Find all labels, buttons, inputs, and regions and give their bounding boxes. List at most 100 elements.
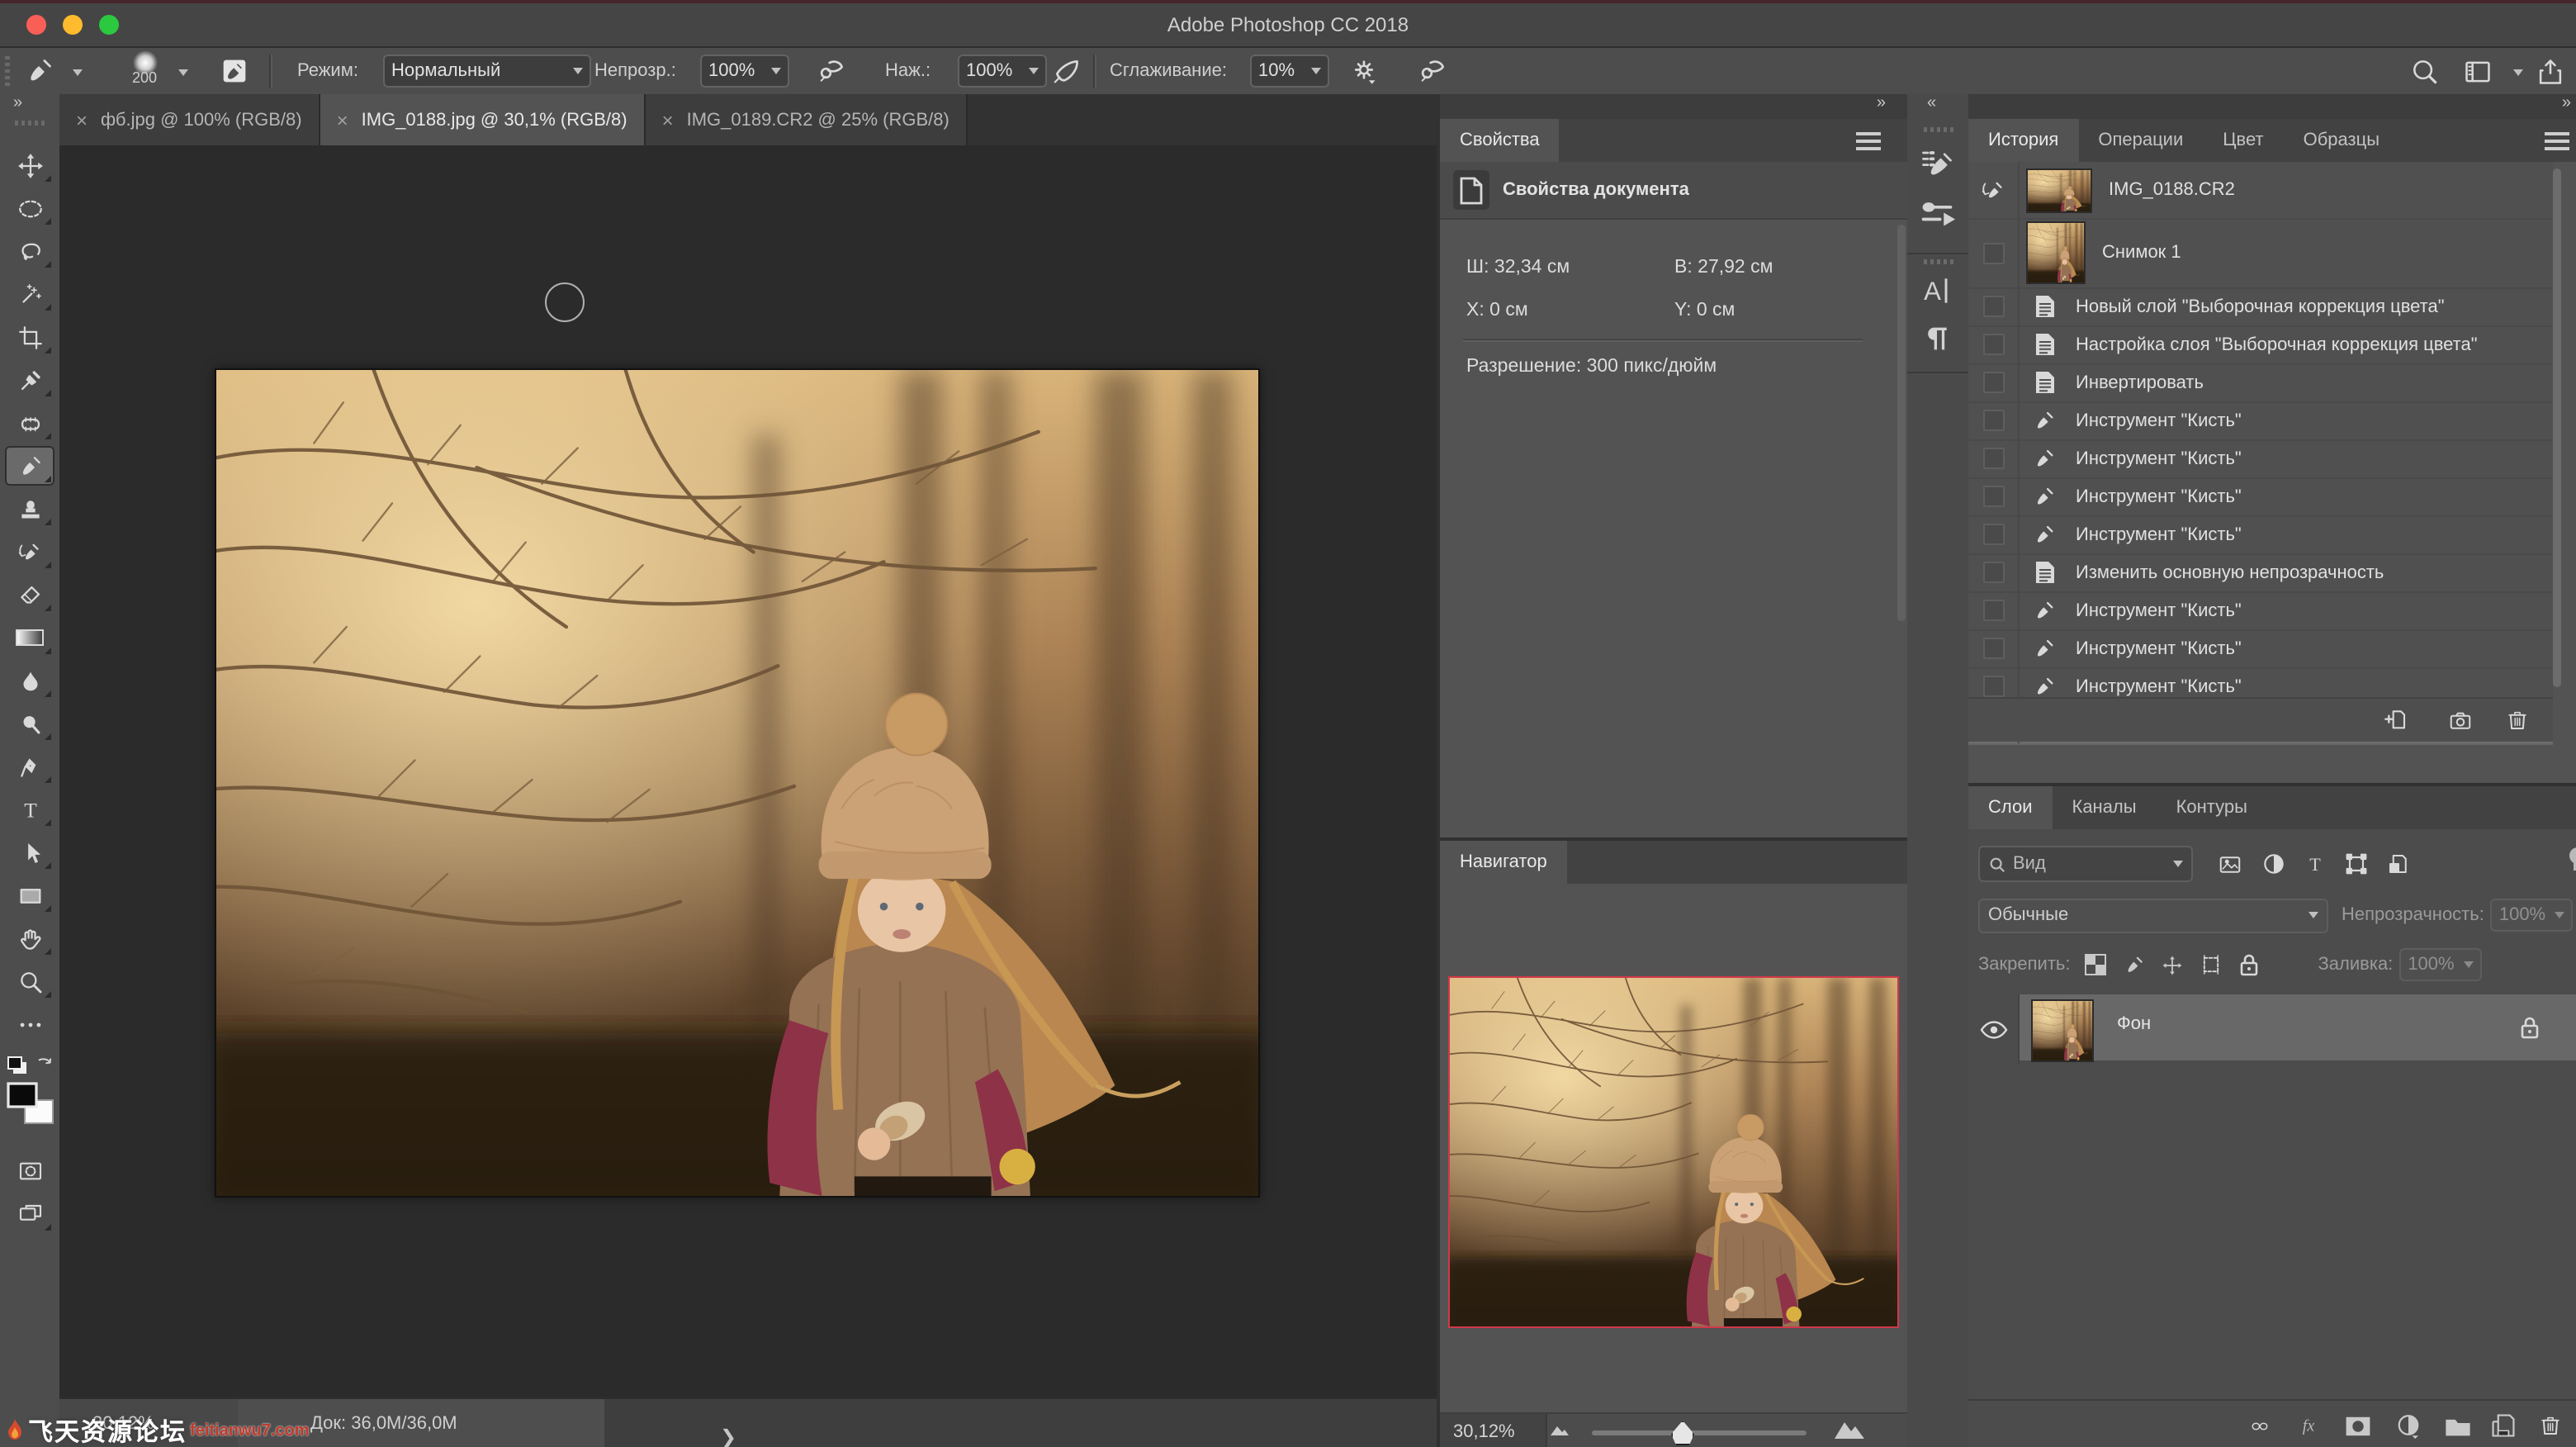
brush-tool-preset-icon[interactable]: [20, 51, 59, 91]
lock-artboard-icon[interactable]: [2200, 953, 2223, 976]
set-source-checkbox[interactable]: [1982, 242, 2004, 263]
eraser-tool[interactable]: [5, 575, 54, 614]
new-adjustment-layer-icon[interactable]: [2391, 1411, 2424, 1440]
filter-adjustment-layers-icon[interactable]: [2261, 851, 2287, 877]
history-step-row[interactable]: Новый слой "Выборочная коррекция цвета": [1968, 287, 2553, 327]
search-icon[interactable]: [2404, 51, 2444, 91]
history-source-cell[interactable]: [1968, 515, 2020, 553]
foreground-background-swatch[interactable]: [5, 1082, 58, 1135]
filter-shape-layers-icon[interactable]: [2343, 851, 2370, 877]
history-tab[interactable]: Цвет: [2203, 119, 2283, 162]
navigator-thumbnail[interactable]: [1448, 976, 1899, 1328]
history-source-cell[interactable]: [1968, 325, 2020, 363]
pen-tool[interactable]: [5, 747, 54, 786]
history-step-row[interactable]: Инструмент "Кисть": [1968, 401, 2553, 441]
lock-position-icon[interactable]: [2162, 954, 2183, 975]
navigator-zoom-slider-thumb[interactable]: [1671, 1421, 1694, 1445]
lock-transparency-icon[interactable]: [2084, 953, 2107, 976]
brush-settings-panel-icon[interactable]: [1917, 144, 1957, 180]
airbrush-toggle-icon[interactable]: [1047, 51, 1087, 91]
document-tab[interactable]: ×фб.jpg @ 100% (RGB/8): [59, 94, 320, 145]
set-source-checkbox[interactable]: [1982, 410, 2004, 431]
new-group-folder-icon[interactable]: [2441, 1411, 2474, 1440]
history-source-cell[interactable]: [1968, 401, 2020, 439]
tab-navigator[interactable]: Навигатор: [1440, 841, 1567, 884]
crop-tool[interactable]: [5, 317, 54, 357]
history-source-cell[interactable]: [1968, 553, 2020, 591]
marquee-tool[interactable]: [5, 188, 54, 228]
set-source-checkbox[interactable]: [1982, 334, 2004, 355]
filter-smart-objects-icon[interactable]: [2386, 851, 2411, 877]
layers-tab[interactable]: Слои: [1968, 786, 2053, 829]
opacity-pressure-icon[interactable]: [812, 51, 852, 91]
history-tab[interactable]: Образцы: [2284, 119, 2399, 162]
close-tab-icon[interactable]: ×: [662, 108, 674, 131]
character-panel-icon[interactable]: A: [1919, 273, 1955, 309]
new-snapshot-camera-icon[interactable]: [2444, 705, 2477, 735]
collapse-panels-icon[interactable]: »: [2562, 94, 2569, 112]
zoom-in-icon[interactable]: [1833, 1419, 1866, 1440]
collapse-panels-icon[interactable]: »: [1877, 94, 1884, 112]
set-source-checkbox[interactable]: [1982, 600, 2004, 621]
tool-preset-chevron-icon[interactable]: [73, 69, 83, 76]
layer-visibility-cell[interactable]: [1968, 994, 2020, 1064]
lock-pixels-icon[interactable]: [2124, 954, 2145, 975]
history-step-row[interactable]: Инструмент "Кисть": [1968, 515, 2553, 555]
set-source-checkbox[interactable]: [1982, 486, 2004, 507]
new-document-from-state-icon[interactable]: [2381, 705, 2414, 735]
layer-fill-field[interactable]: 100%: [2399, 948, 2482, 981]
close-tab-icon[interactable]: ×: [76, 108, 88, 131]
workspace-switcher-icon[interactable]: [2457, 51, 2497, 91]
blend-mode-select[interactable]: Обычные: [1978, 898, 2328, 932]
eyedropper-tool[interactable]: [5, 360, 54, 400]
close-tab-icon[interactable]: ×: [337, 108, 348, 131]
history-brush-tool[interactable]: [5, 532, 54, 572]
document-tab[interactable]: ×IMG_0188.jpg @ 30,1% (RGB/8): [320, 94, 646, 145]
dodge-tool[interactable]: [5, 704, 54, 743]
brush-pressure-size-icon[interactable]: [1413, 51, 1453, 91]
brush-picker-chevron-icon[interactable]: [178, 69, 188, 76]
set-source-checkbox[interactable]: [1982, 372, 2004, 393]
lasso-tool[interactable]: [5, 231, 54, 271]
opacity-select[interactable]: 100%: [700, 55, 789, 88]
move-tool[interactable]: [5, 145, 54, 185]
layers-tab[interactable]: Каналы: [2053, 786, 2157, 829]
gradient-tool[interactable]: [5, 618, 54, 657]
smoothing-select[interactable]: 10%: [1250, 55, 1329, 88]
properties-scrollbar[interactable]: [1897, 225, 1906, 621]
layer-filter-select[interactable]: Вид: [1978, 846, 2193, 882]
set-source-checkbox[interactable]: [1982, 448, 2004, 469]
status-menu-chevron-icon[interactable]: ❯: [720, 1412, 736, 1447]
add-layer-mask-icon[interactable]: [2342, 1411, 2375, 1440]
link-layers-icon[interactable]: [2242, 1411, 2275, 1440]
set-source-checkbox[interactable]: [1982, 562, 2004, 583]
quick-mask-button[interactable]: [5, 1151, 54, 1191]
history-menu-icon[interactable]: [2545, 132, 2569, 150]
history-step-row[interactable]: Инструмент "Кисть": [1968, 439, 2553, 479]
rectangle-tool[interactable]: [5, 875, 54, 915]
filter-type-layers-icon[interactable]: T: [2304, 852, 2327, 875]
history-source-cell[interactable]: [1968, 477, 2020, 515]
new-layer-icon[interactable]: [2487, 1411, 2520, 1440]
collapse-toolbar-icon[interactable]: »: [13, 94, 21, 112]
filter-toggle-pin-icon[interactable]: [2566, 846, 2576, 872]
zoom-tool[interactable]: [5, 961, 54, 1001]
history-source-cell[interactable]: [1968, 629, 2020, 667]
delete-layer-trash-icon[interactable]: [2533, 1411, 2566, 1440]
brush-tool[interactable]: [5, 446, 54, 486]
properties-menu-icon[interactable]: [1856, 132, 1881, 150]
brushes-panel-icon[interactable]: [1917, 197, 1957, 233]
screen-mode-button[interactable]: [5, 1194, 54, 1234]
healing-brush-tool[interactable]: [5, 403, 54, 443]
history-source-cell[interactable]: [1968, 287, 2020, 325]
history-step-row[interactable]: Инструмент "Кисть": [1968, 477, 2553, 517]
set-source-checkbox[interactable]: [1982, 638, 2004, 659]
history-tab[interactable]: Операции: [2078, 119, 2203, 162]
minimize-window-button[interactable]: [63, 15, 83, 35]
share-icon[interactable]: [2530, 51, 2569, 91]
swap-colors-icon[interactable]: [33, 1056, 54, 1077]
path-select-tool[interactable]: [5, 833, 54, 872]
history-source-cell[interactable]: [1968, 218, 2020, 287]
filter-pixel-layers-icon[interactable]: [2216, 852, 2244, 876]
history-source-cell[interactable]: [1968, 363, 2020, 401]
